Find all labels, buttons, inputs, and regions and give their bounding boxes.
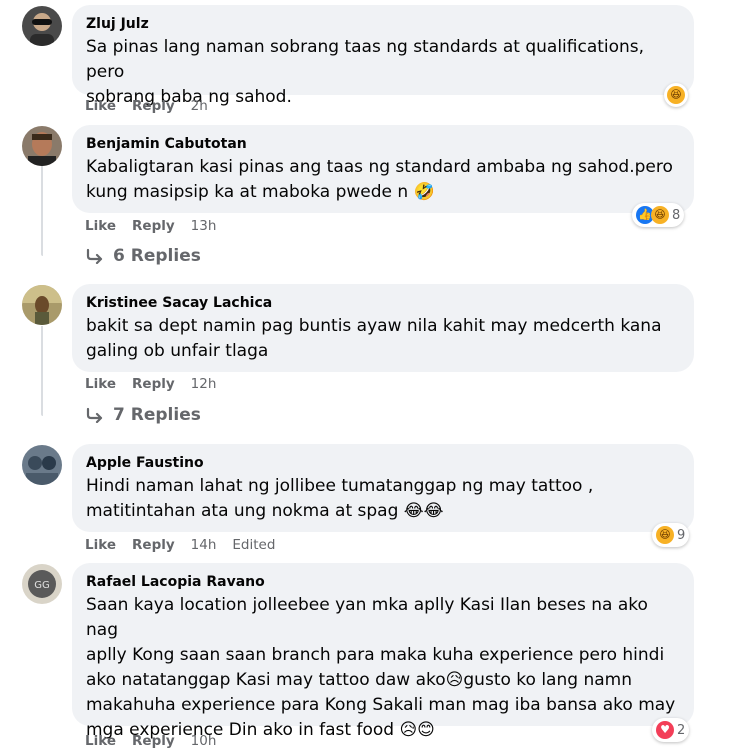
comment-text: bakit sa dept namin pag buntis ayaw nila… [86, 314, 680, 364]
comment-line: ako natatanggap Kasi may tattoo daw ako😥… [86, 670, 632, 690]
view-replies-button[interactable]: 7 Replies [85, 405, 201, 425]
haha-reaction-icon: 😆 [651, 206, 669, 224]
like-button[interactable]: Like [85, 732, 116, 750]
comment-actions: Like Reply 10h [85, 732, 216, 750]
reply-button[interactable]: Reply [132, 536, 175, 554]
thread-line [41, 326, 43, 416]
haha-reaction-icon: 😆 [667, 86, 685, 104]
comment-line: Hindi naman lahat ng jollibee tumatangga… [86, 476, 594, 496]
reaction-count: 9 [677, 527, 686, 543]
avatar[interactable] [22, 445, 62, 485]
reply-button[interactable]: Reply [132, 97, 175, 115]
comment-text: Saan kaya location jolleebee yan mka apl… [86, 593, 680, 743]
haha-reaction-icon: 😆 [656, 526, 674, 544]
comment-bubble: Rafael Lacopia Ravano Saan kaya location… [72, 563, 694, 740]
comment-actions: Like Reply 12h [85, 375, 216, 393]
reply-arrow-icon [86, 248, 103, 264]
reply-button[interactable]: Reply [132, 732, 175, 750]
comment-author[interactable]: Apple Faustino [86, 454, 680, 472]
reaction-count: 2 [677, 722, 686, 738]
avatar[interactable] [22, 126, 62, 166]
timestamp[interactable]: 12h [191, 375, 217, 393]
reply-button[interactable]: Reply [132, 217, 175, 235]
replies-label: 6 Replies [113, 246, 201, 266]
comment-line: Saan kaya location jolleebee yan mka apl… [86, 595, 648, 640]
comment-line: matitintahan ata ung nokma at spag 😂😂 [86, 501, 444, 521]
heart-reaction-icon: ♥ [656, 721, 674, 739]
comment-actions: Like Reply 2h [85, 97, 208, 115]
comment-bubble: Benjamin Cabutotan Kabaligtaran kasi pin… [72, 125, 694, 213]
comment-line: galing ob unfair tlaga [86, 341, 269, 361]
comment-bubble: Kristinee Sacay Lachica bakit sa dept na… [72, 284, 694, 372]
like-button[interactable]: Like [85, 97, 116, 115]
comment-line: Kabaligtaran kasi pinas ang taas ng stan… [86, 157, 673, 177]
replies-label: 7 Replies [113, 405, 201, 425]
reply-arrow-icon [86, 407, 103, 423]
view-replies-button[interactable]: 6 Replies [85, 246, 201, 266]
edited-label[interactable]: Edited [232, 536, 275, 554]
avatar[interactable] [22, 285, 62, 325]
timestamp[interactable]: 13h [191, 217, 217, 235]
reaction-summary[interactable]: 👍 😆 8 [632, 203, 685, 227]
reaction-summary[interactable]: 😆 [664, 83, 688, 107]
comment-bubble: Apple Faustino Hindi naman lahat ng joll… [72, 444, 694, 532]
timestamp[interactable]: 2h [191, 97, 208, 115]
timestamp[interactable]: 10h [191, 732, 217, 750]
like-button[interactable]: Like [85, 217, 116, 235]
comment-line: Sa pinas lang naman sobrang taas ng stan… [86, 37, 645, 82]
comment-author[interactable]: Benjamin Cabutotan [86, 135, 680, 153]
comment-line: bakit sa dept namin pag buntis ayaw nila… [86, 316, 662, 336]
reply-button[interactable]: Reply [132, 375, 175, 393]
like-button[interactable]: Like [85, 536, 116, 554]
avatar[interactable] [22, 6, 62, 46]
comment-line: makahuha experience para Kong Sakali man… [86, 695, 676, 715]
comment-author[interactable]: Rafael Lacopia Ravano [86, 573, 680, 591]
timestamp[interactable]: 14h [191, 536, 217, 554]
thread-line [41, 166, 43, 256]
reaction-summary[interactable]: ♥ 2 [652, 718, 690, 742]
comment-text: Kabaligtaran kasi pinas ang taas ng stan… [86, 155, 680, 205]
reaction-summary[interactable]: 😆 9 [652, 523, 690, 547]
comment-author[interactable]: Kristinee Sacay Lachica [86, 294, 680, 312]
like-button[interactable]: Like [85, 375, 116, 393]
avatar[interactable]: GG [22, 564, 62, 604]
comment-line: aplly Kong saan saan branch para maka ku… [86, 645, 665, 665]
reaction-count: 8 [672, 207, 681, 223]
comment-actions: Like Reply 13h [85, 217, 216, 235]
comment-line: kung masipsip ka at maboka pwede n 🤣 [86, 182, 435, 202]
comment-text: Hindi naman lahat ng jollibee tumatangga… [86, 474, 680, 524]
comment-actions: Like Reply 14h Edited [85, 536, 275, 554]
svg-text:GG: GG [34, 580, 50, 591]
comment-bubble: Zluj Julz Sa pinas lang naman sobrang ta… [72, 5, 694, 107]
comment-author[interactable]: Zluj Julz [86, 15, 680, 33]
